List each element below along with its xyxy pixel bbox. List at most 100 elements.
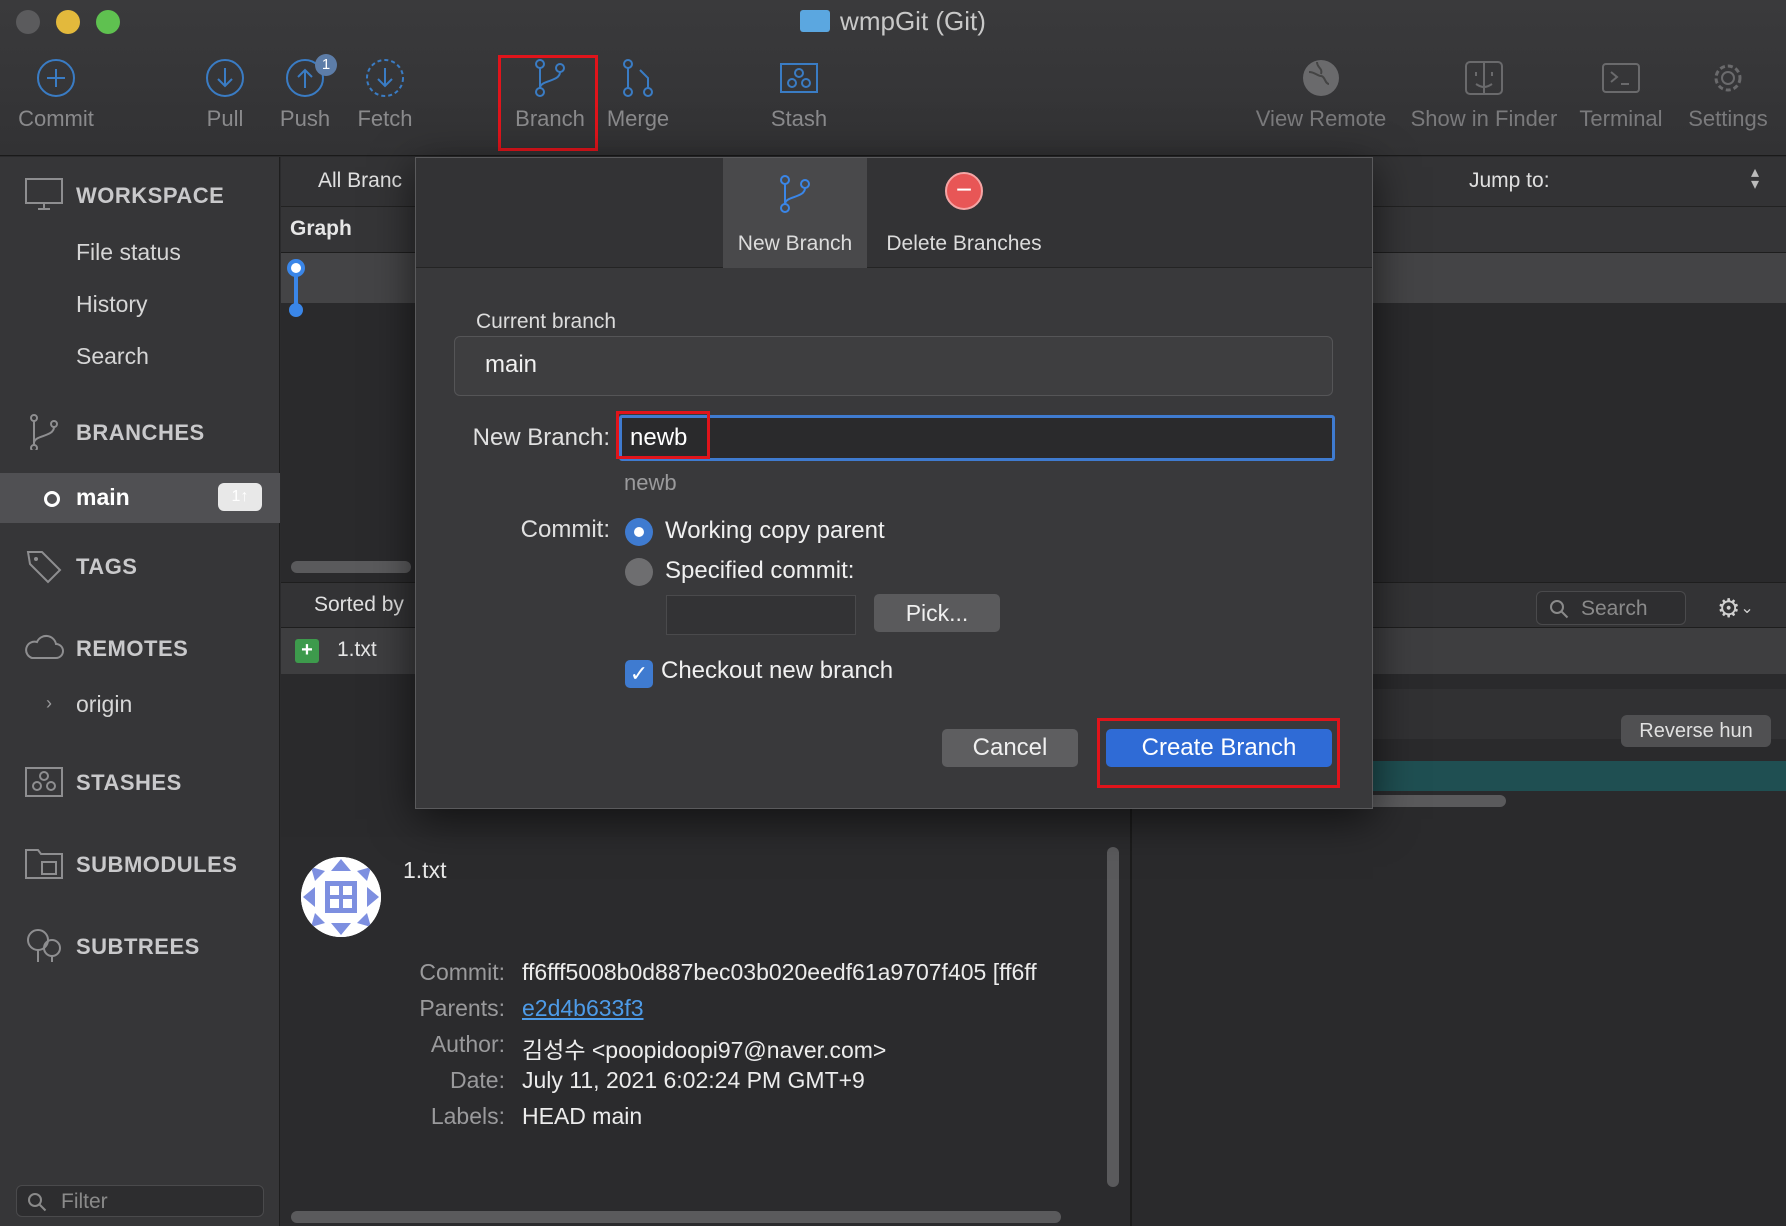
tab-delete-branches[interactable]: − Delete Branches: [874, 158, 1054, 268]
view-remote-label: View Remote: [1255, 106, 1387, 131]
sidebar-item-origin[interactable]: origin: [76, 691, 132, 718]
push-label: Push: [279, 106, 331, 131]
commit-graph: [287, 259, 305, 317]
stash-button[interactable]: Stash: [759, 56, 839, 132]
parent-commit-link[interactable]: e2d4b633f3: [522, 995, 644, 1022]
push-count-badge: 1: [315, 54, 337, 76]
file-name: 1.txt: [337, 638, 377, 661]
toolbar: wmpGit (Git) Commit Pull Push 1 Fetch Br…: [0, 0, 1786, 156]
specified-commit-label[interactable]: Specified commit:: [665, 557, 854, 585]
sidebar-item-history[interactable]: History: [76, 291, 148, 318]
specified-commit-field[interactable]: [666, 595, 856, 635]
new-branch-input[interactable]: [619, 415, 1335, 461]
terminal-label: Terminal: [1579, 106, 1663, 131]
graph-horizontal-scrollbar[interactable]: [291, 561, 411, 573]
stashes-label: STASHES: [76, 770, 182, 795]
settings-button[interactable]: Settings: [1680, 56, 1776, 132]
window-title-text: wmpGit (Git): [840, 6, 986, 36]
pull-label: Pull: [206, 106, 244, 131]
date-label: Date:: [450, 1067, 505, 1093]
cancel-button[interactable]: Cancel: [942, 729, 1078, 767]
new-branch-dialog: New Branch − Delete Branches Current bra…: [415, 157, 1373, 809]
reverse-hunk-button[interactable]: Reverse hun: [1621, 715, 1771, 747]
remotes-label: REMOTES: [76, 636, 189, 661]
new-branch-highlight-box: [616, 411, 710, 459]
detail-file-name: 1.txt: [403, 857, 447, 883]
download-circle-icon: [203, 56, 247, 100]
sidebar-item-file-status[interactable]: File status: [76, 239, 181, 266]
tab-new-branch[interactable]: New Branch: [723, 158, 867, 268]
search-placeholder: Search: [1581, 597, 1648, 620]
working-copy-parent-label[interactable]: Working copy parent: [665, 517, 885, 545]
checkout-new-branch-label[interactable]: Checkout new branch: [661, 657, 893, 685]
fetch-icon: [363, 56, 407, 100]
jump-to-label: Jump to:: [1469, 169, 1550, 192]
avatar: [301, 857, 381, 937]
chevron-right-icon[interactable]: ›: [46, 693, 52, 714]
current-branch-indicator: [44, 491, 60, 507]
sidebar-item-search[interactable]: Search: [76, 343, 149, 370]
labels-value: HEAD main: [522, 1103, 643, 1129]
date-value: July 11, 2021 6:02:24 PM GMT+9: [522, 1067, 865, 1093]
new-branch-label: New Branch:: [472, 424, 610, 451]
tree-icon: [24, 928, 64, 964]
sidebar-filter-input[interactable]: Filter: [16, 1185, 264, 1217]
commit-hash-label: Commit:: [419, 959, 505, 985]
submodule-icon: [24, 846, 64, 882]
current-branch-label: Current branch: [476, 310, 617, 333]
finder-icon: [1462, 56, 1506, 100]
author-value: 김성수 <poopidoopi97@naver.com>: [522, 1037, 887, 1063]
tab-new-branch-label: New Branch: [737, 232, 853, 255]
details-vertical-scrollbar[interactable]: [1107, 847, 1119, 1187]
sort-dropdown[interactable]: Sorted by: [314, 593, 404, 617]
ahead-count-badge: 1↑: [218, 483, 262, 511]
pull-button[interactable]: Pull: [190, 56, 260, 132]
branch-icon: [723, 172, 867, 218]
jump-to-stepper-icon[interactable]: ▴ ▾: [1751, 165, 1759, 193]
checkout-new-branch-checkbox[interactable]: ✓: [625, 660, 653, 688]
create-branch-highlight-box: [1097, 718, 1340, 788]
terminal-icon: [1599, 56, 1643, 100]
working-copy-parent-radio[interactable]: [625, 518, 653, 546]
merge-button[interactable]: Merge: [600, 56, 676, 132]
labels-label: Labels:: [430, 1103, 505, 1129]
window-title: wmpGit (Git): [0, 6, 1786, 37]
show-in-finder-label: Show in Finder: [1410, 106, 1558, 131]
search-icon: [1549, 599, 1569, 619]
show-in-finder-button[interactable]: Show in Finder: [1404, 56, 1564, 132]
commit-button[interactable]: Commit: [6, 56, 106, 132]
main-branch-label: main: [76, 484, 130, 510]
commit-details-pane: 1.txt Commit: ff6fff5008b0d887bec03b020e…: [281, 837, 1130, 1226]
details-horizontal-scrollbar[interactable]: [291, 1211, 1061, 1223]
tab-delete-branches-label: Delete Branches: [886, 232, 1042, 255]
pick-commit-button[interactable]: Pick...: [874, 594, 1000, 632]
branch-icon: [24, 414, 64, 452]
globe-icon: [1299, 56, 1343, 100]
tags-label: TAGS: [76, 554, 138, 579]
current-branch-value: main: [485, 351, 538, 378]
all-branches-dropdown[interactable]: All Branc: [318, 169, 402, 193]
view-remote-button[interactable]: View Remote: [1246, 56, 1396, 132]
folder-icon: [800, 10, 831, 32]
dialog-tab-bar: New Branch − Delete Branches: [416, 158, 1372, 268]
sidebar: WORKSPACE File status History Search BRA…: [0, 157, 280, 1226]
app-window: wmpGit (Git) Commit Pull Push 1 Fetch Br…: [0, 0, 1786, 1226]
radio-selected-dot: [634, 527, 644, 537]
workspace-label: WORKSPACE: [76, 183, 225, 208]
added-file-icon: +: [295, 639, 319, 663]
options-gear-icon[interactable]: ⚙⌄: [1717, 593, 1767, 623]
pane-divider[interactable]: [1130, 807, 1132, 1226]
stash-label: Stash: [770, 106, 828, 131]
branch-highlight-box: [498, 55, 598, 151]
fetch-button[interactable]: Fetch: [350, 56, 420, 132]
specified-commit-radio[interactable]: [625, 558, 653, 586]
submodules-label: SUBMODULES: [76, 852, 238, 877]
file-search-input[interactable]: Search: [1536, 591, 1686, 625]
stash-icon: [24, 764, 64, 800]
settings-label: Settings: [1688, 106, 1768, 131]
fetch-label: Fetch: [357, 106, 413, 131]
sidebar-item-main-branch[interactable]: main 1↑: [0, 473, 280, 523]
parents-label: Parents:: [419, 995, 505, 1021]
graph-header-label: Graph: [290, 217, 352, 240]
terminal-button[interactable]: Terminal: [1576, 56, 1666, 132]
